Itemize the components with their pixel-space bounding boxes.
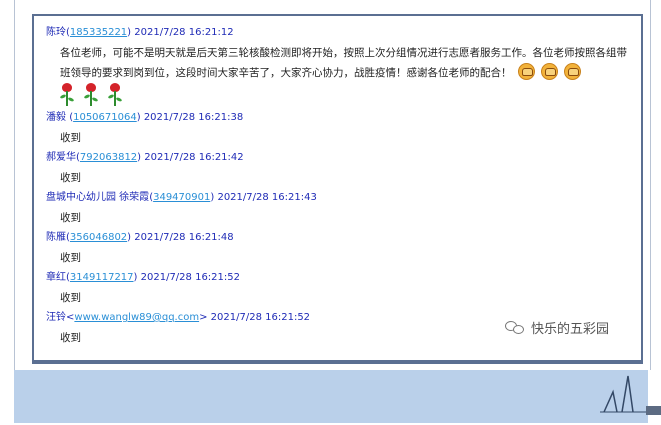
sender-email-link[interactable]: www.wanglw89@qq.com	[74, 312, 199, 323]
sender-name: 章红	[46, 272, 66, 283]
message-time: 2021/7/28 16:21:12	[134, 27, 234, 38]
message-body: 收到	[60, 292, 81, 304]
message-item: 郝爱华(792063812) 2021/7/28 16:21:42 收到	[46, 151, 637, 188]
sender-name: 潘毅	[46, 112, 70, 123]
message-body: 收到	[60, 172, 81, 184]
sender-qq-link[interactable]: 356046802	[70, 232, 127, 243]
message-body: 收到	[60, 212, 81, 224]
sender-name: 陈玲	[46, 27, 66, 38]
message-item: 陈玲(185335221) 2021/7/28 16:21:12 各位老师，可能…	[46, 26, 637, 109]
footer-decoration	[600, 375, 661, 413]
message-item: 章红(3149117217) 2021/7/28 16:21:52 收到	[46, 271, 637, 308]
message-time: 2021/7/28 16:21:43	[217, 192, 317, 203]
message-header: 盘城中心幼儿园 徐荣霞(349470901) 2021/7/28 16:21:4…	[46, 192, 317, 203]
message-item: 盘城中心幼儿园 徐荣霞(349470901) 2021/7/28 16:21:4…	[46, 191, 637, 228]
sender-qq-link[interactable]: 185335221	[70, 27, 127, 38]
wechat-icon	[505, 320, 525, 335]
message-time: 2021/7/28 16:21:42	[144, 152, 244, 163]
rose-icon	[83, 83, 99, 107]
message-item: 陈雁(356046802) 2021/7/28 16:21:48 收到	[46, 231, 637, 268]
emoji-row	[46, 83, 637, 109]
message-time: 2021/7/28 16:21:52	[210, 312, 311, 323]
message-header: 陈玲(185335221) 2021/7/28 16:21:12	[46, 27, 234, 38]
chat-history-window[interactable]: 陈玲(185335221) 2021/7/28 16:21:12 各位老师，可能…	[32, 14, 643, 364]
sender-qq-link[interactable]: 349470901	[153, 192, 210, 203]
footer-band	[14, 370, 648, 423]
message-header: 章红(3149117217) 2021/7/28 16:21:52	[46, 272, 240, 283]
sender-name: 陈雁	[46, 232, 66, 243]
watermark-text: 快乐的五彩园	[531, 322, 610, 337]
message-body: 收到	[60, 252, 81, 264]
fist-icon	[563, 63, 581, 80]
sender-qq-link[interactable]: 1050671064	[73, 112, 137, 123]
sender-name: 郝爱华	[46, 152, 76, 163]
message-time: 2021/7/28 16:21:52	[140, 272, 240, 283]
message-time: 2021/7/28 16:21:48	[134, 232, 234, 243]
message-header: 潘毅 (1050671064) 2021/7/28 16:21:38	[46, 112, 244, 123]
rose-icon	[107, 83, 123, 107]
message-list: 陈玲(185335221) 2021/7/28 16:21:12 各位老师，可能…	[46, 26, 637, 351]
sender-qq-link[interactable]: 3149117217	[70, 272, 134, 283]
footer-marker	[646, 406, 661, 415]
sender-qq-link[interactable]: 792063812	[80, 152, 137, 163]
message-time: 2021/7/28 16:21:38	[143, 112, 244, 123]
message-body: 收到	[60, 132, 81, 144]
message-body: 各位老师，可能不是明天就是后天第三轮核酸检测即将开始，按照上次分组情况进行志愿者…	[46, 43, 637, 83]
fist-icon	[540, 63, 558, 80]
message-item: 潘毅 (1050671064) 2021/7/28 16:21:38 收到	[46, 111, 637, 148]
message-header: 郝爱华(792063812) 2021/7/28 16:21:42	[46, 152, 244, 163]
message-header: 陈雁(356046802) 2021/7/28 16:21:48	[46, 232, 234, 243]
sender-name: 汪铃	[46, 312, 66, 323]
watermark: 快乐的五彩园	[505, 318, 609, 337]
sender-name: 盘城中心幼儿园 徐荣霞	[46, 192, 150, 203]
rose-icon	[59, 83, 75, 107]
fist-icon	[517, 63, 535, 80]
